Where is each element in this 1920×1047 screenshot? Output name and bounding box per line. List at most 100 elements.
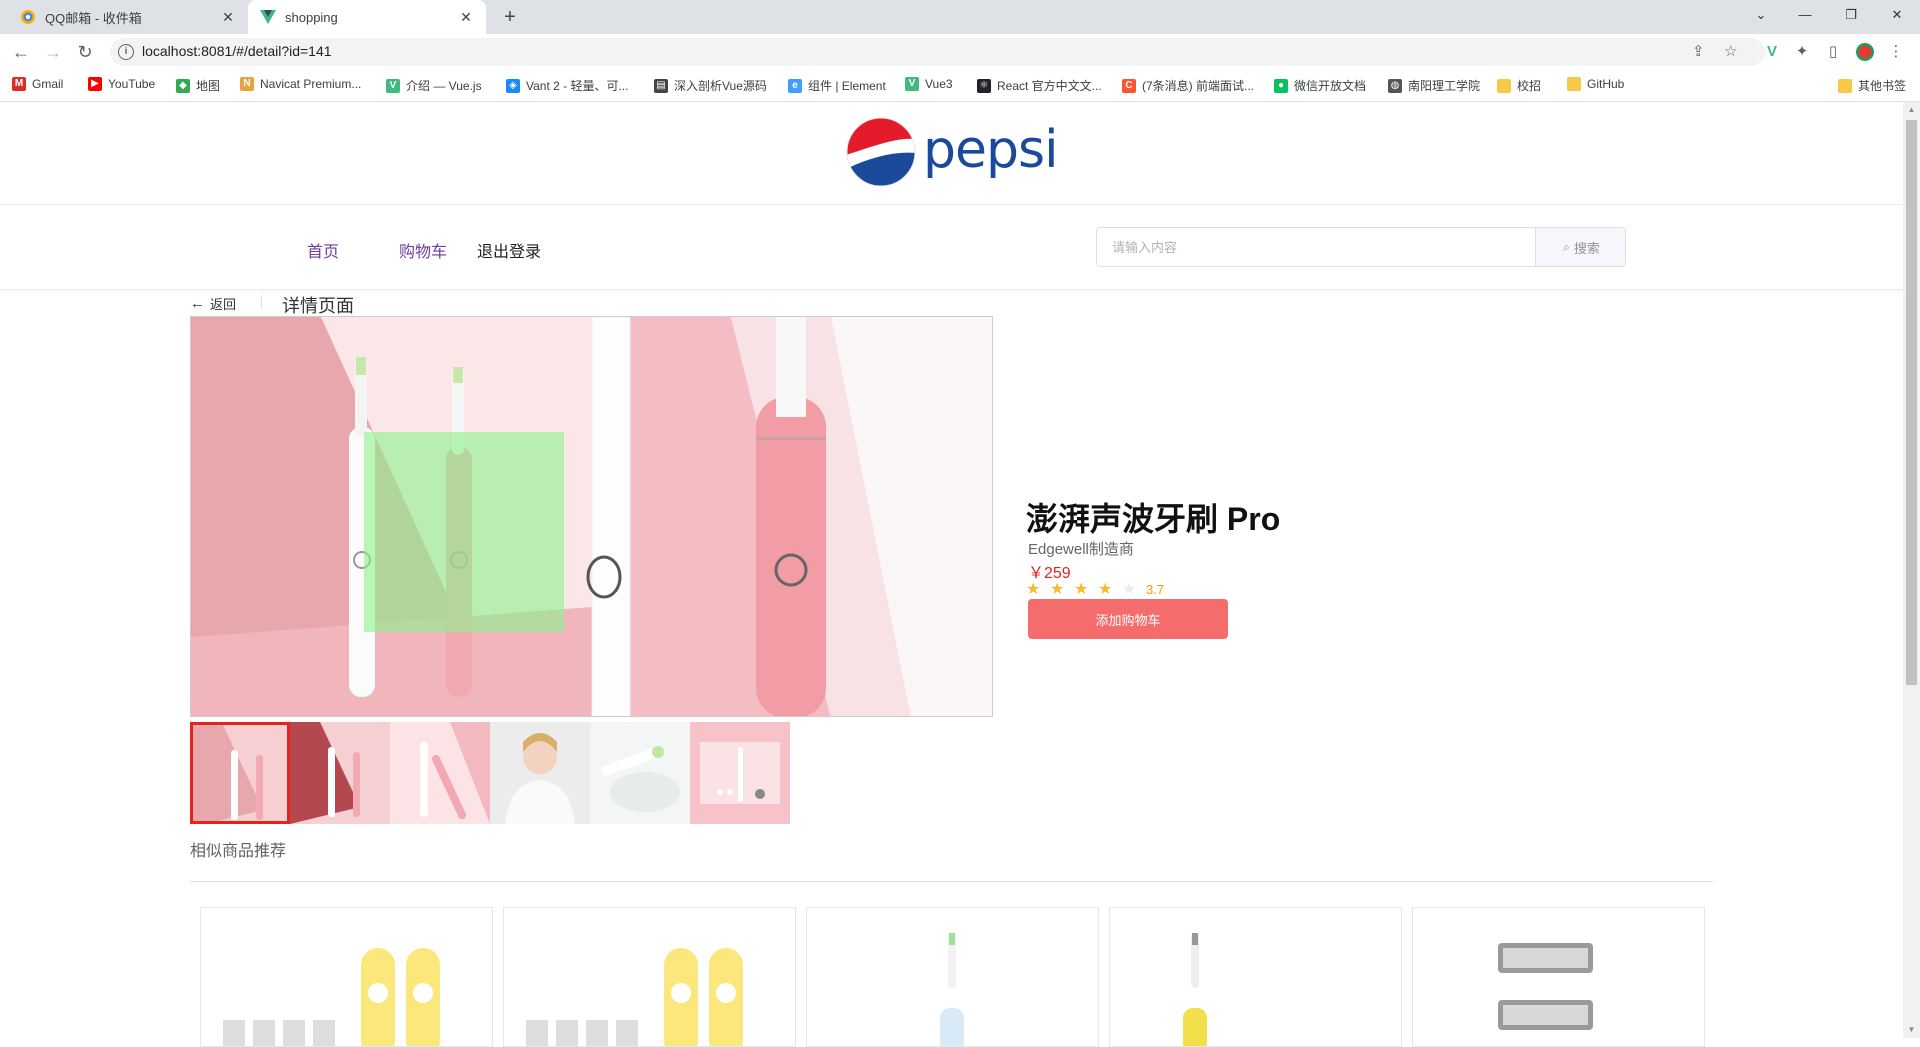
similar-product-card[interactable] <box>1412 907 1705 1047</box>
tab-close-icon[interactable]: ✕ <box>458 9 474 26</box>
similar-product-card[interactable] <box>503 907 796 1047</box>
page-scrollbar[interactable]: ▲ ▼ <box>1903 102 1920 1038</box>
menu-kebab-icon[interactable]: ⋮ <box>1886 42 1906 62</box>
thumbnail-image[interactable] <box>190 722 290 824</box>
pepsi-globe-logo <box>846 117 916 187</box>
reload-icon[interactable]: ↻ <box>73 40 97 64</box>
back-arrow-icon: ← <box>190 295 205 312</box>
bookmark-item[interactable]: GitHub <box>1567 77 1624 91</box>
extensions-icon[interactable]: ✦ <box>1792 42 1812 62</box>
bookmark-label: 组件 | Element <box>808 79 886 93</box>
thumbnail-image[interactable] <box>590 722 690 824</box>
tab-strip: QQ邮箱 - 收件箱 ✕ shopping ✕ + ⌄ — ❐ ✕ <box>0 0 1920 34</box>
bookmark-label: Gmail <box>32 77 64 91</box>
element-icon: e <box>788 78 802 93</box>
product-photo-zoom <box>191 317 992 716</box>
scroll-thumb[interactable] <box>1906 120 1917 685</box>
bookmark-item[interactable]: ◈ Vant 2 - 轻量、可... <box>506 77 628 94</box>
bookmark-star-icon[interactable]: ☆ <box>1724 42 1737 60</box>
search-button[interactable]: ⌕ 搜索 <box>1535 228 1625 266</box>
forward-arrow-icon[interactable]: → <box>41 40 65 64</box>
similar-product-card[interactable] <box>806 907 1099 1047</box>
vant-icon: ◈ <box>506 78 520 93</box>
csdn-icon: C <box>1122 78 1136 93</box>
bookmark-item[interactable]: ◆ 地图 <box>176 77 220 94</box>
thumbnail-image[interactable] <box>290 722 390 824</box>
tab-qqmail[interactable]: QQ邮箱 - 收件箱 ✕ <box>8 0 248 34</box>
bookmark-item[interactable]: V 介绍 — Vue.js <box>386 77 482 94</box>
nav-home-link[interactable]: 首页 <box>307 238 339 262</box>
product-main-image[interactable] <box>190 316 993 717</box>
bookmark-item[interactable]: ◍ 南阳理工学院 <box>1388 77 1480 94</box>
product-brand: Edgewell制造商 <box>1028 541 1134 558</box>
similar-product-card[interactable] <box>1109 907 1402 1047</box>
search-button-label: 搜索 <box>1573 240 1600 256</box>
thumbnail-image[interactable] <box>690 722 790 824</box>
folder-icon <box>1838 78 1852 93</box>
site-info-icon[interactable]: i <box>118 44 134 60</box>
address-bar[interactable]: i localhost:8081/#/detail?id=141 ⇪ ☆ <box>110 38 1765 66</box>
back-link[interactable]: ← 返回 <box>190 294 236 313</box>
star-empty-icon: ★ <box>1122 581 1137 598</box>
bookmark-item[interactable]: C (7条消息) 前端面试... <box>1122 77 1254 94</box>
nav-logout-link[interactable]: 退出登录 <box>477 238 541 262</box>
bookmark-item[interactable]: ⚛ React 官方中文文... <box>977 77 1102 94</box>
product-title: 澎湃声波牙刷 Pro <box>1026 501 1281 537</box>
nav-cart-link[interactable]: 购物车 <box>399 238 447 262</box>
restore-icon[interactable]: ❐ <box>1828 0 1874 30</box>
scroll-up-icon[interactable]: ▲ <box>1903 102 1920 118</box>
product-rating: ★ ★ ★ ★ ★ 3.7 <box>1026 579 1164 599</box>
gmail-icon: M <box>12 77 26 91</box>
tab-shopping[interactable]: shopping ✕ <box>248 0 486 34</box>
bookmark-item[interactable]: N Navicat Premium... <box>240 77 361 91</box>
vue-devtools-icon[interactable]: V <box>1762 42 1782 62</box>
minimize-icon[interactable]: — <box>1782 0 1828 30</box>
bookmark-item[interactable]: ● 微信开放文档 <box>1274 77 1366 94</box>
star-filled-icon: ★ <box>1026 581 1041 598</box>
tab-close-icon[interactable]: ✕ <box>220 9 236 26</box>
bookmark-label: Vue3 <box>925 77 953 91</box>
star-filled-icon: ★ <box>1050 581 1065 598</box>
bookmark-item[interactable]: ▤ 深入剖析Vue源码 <box>654 77 767 94</box>
new-tab-icon[interactable]: + <box>498 5 522 29</box>
tab-title: shopping <box>285 9 338 25</box>
similar-product-card[interactable] <box>200 907 493 1047</box>
profile-avatar-icon[interactable] <box>1855 42 1875 62</box>
thumbnail-image[interactable] <box>390 722 490 824</box>
back-arrow-icon[interactable]: ← <box>9 40 33 64</box>
search-icon: ⌕ <box>1563 239 1570 254</box>
youtube-icon: ▶ <box>88 77 102 91</box>
other-bookmarks-label: 其他书签 <box>1858 79 1907 93</box>
bookmark-label: 微信开放文档 <box>1294 79 1367 93</box>
thumbnail-image[interactable] <box>490 722 590 824</box>
bookmark-label: GitHub <box>1587 77 1625 91</box>
bookmark-label: Navicat Premium... <box>260 77 362 91</box>
add-to-cart-button[interactable]: 添加购物车 <box>1028 599 1228 639</box>
bookmark-item[interactable]: M Gmail <box>12 77 63 91</box>
logo-wordmark: pepsi <box>923 120 1059 180</box>
vue-icon: V <box>905 77 919 91</box>
folder-icon <box>1497 78 1511 93</box>
side-panel-icon[interactable]: ▯ <box>1823 42 1843 62</box>
search-box: ⌕ 搜索 <box>1096 227 1626 267</box>
search-input[interactable] <box>1097 228 1535 266</box>
similar-products-heading: 相似商品推荐 <box>190 843 287 860</box>
react-icon: ⚛ <box>977 78 991 93</box>
bookmark-item[interactable]: ▶ YouTube <box>88 77 155 91</box>
bookmark-item[interactable]: V Vue3 <box>905 77 953 91</box>
book-icon: ▤ <box>654 78 668 93</box>
page: pepsi 首页 购物车 退出登录 ⌕ 搜索 ← 返回 详情页面 <box>0 102 1903 1047</box>
wechat-icon: ● <box>1274 78 1288 93</box>
other-bookmarks[interactable]: 其他书签 <box>1838 77 1906 94</box>
share-icon[interactable]: ⇪ <box>1692 42 1705 60</box>
close-window-icon[interactable]: ✕ <box>1874 0 1920 30</box>
url-text[interactable]: localhost:8081/#/detail?id=141 <box>142 43 332 59</box>
bookmark-item[interactable]: 校招 <box>1497 77 1541 94</box>
navicat-icon: N <box>240 77 254 91</box>
bookmark-label: 南阳理工学院 <box>1408 79 1481 93</box>
folder-icon <box>1567 77 1581 91</box>
scroll-down-icon[interactable]: ▼ <box>1903 1022 1920 1038</box>
bookmark-item[interactable]: e 组件 | Element <box>788 77 886 94</box>
logo-bar: pepsi <box>0 102 1903 205</box>
tab-search-icon[interactable]: ⌄ <box>1738 0 1784 30</box>
